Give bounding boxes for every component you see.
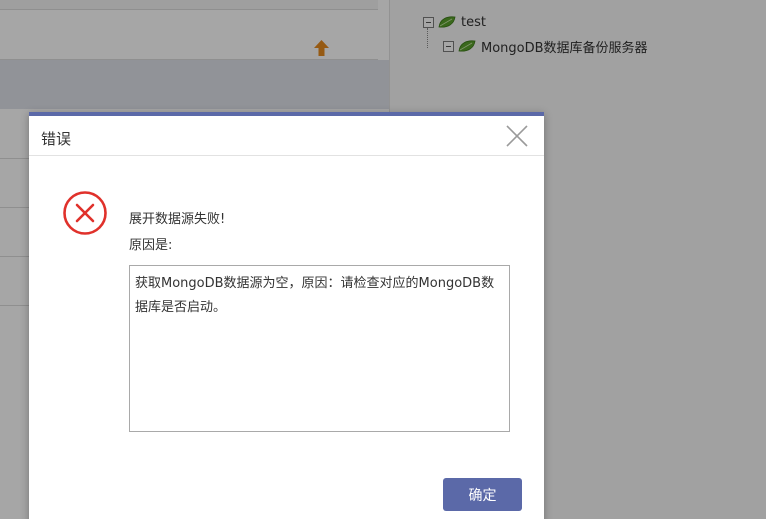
- error-reason-label: 原因是:: [129, 238, 173, 253]
- dialog-header: 错误: [29, 116, 544, 156]
- error-message: 展开数据源失败!: [129, 212, 226, 227]
- error-detail-textarea[interactable]: 获取MongoDB数据源为空，原因：请检查对应的MongoDB数据库是否启动。: [129, 265, 510, 432]
- ok-button[interactable]: 确定: [443, 478, 522, 511]
- error-circle-icon: [63, 191, 107, 235]
- dialog-title: 错误: [41, 130, 72, 148]
- close-icon[interactable]: [505, 124, 529, 148]
- error-dialog: 错误 展开数据源失败! 原因是: 获取MongoDB数据源为空，原因：请检查对应…: [29, 112, 544, 519]
